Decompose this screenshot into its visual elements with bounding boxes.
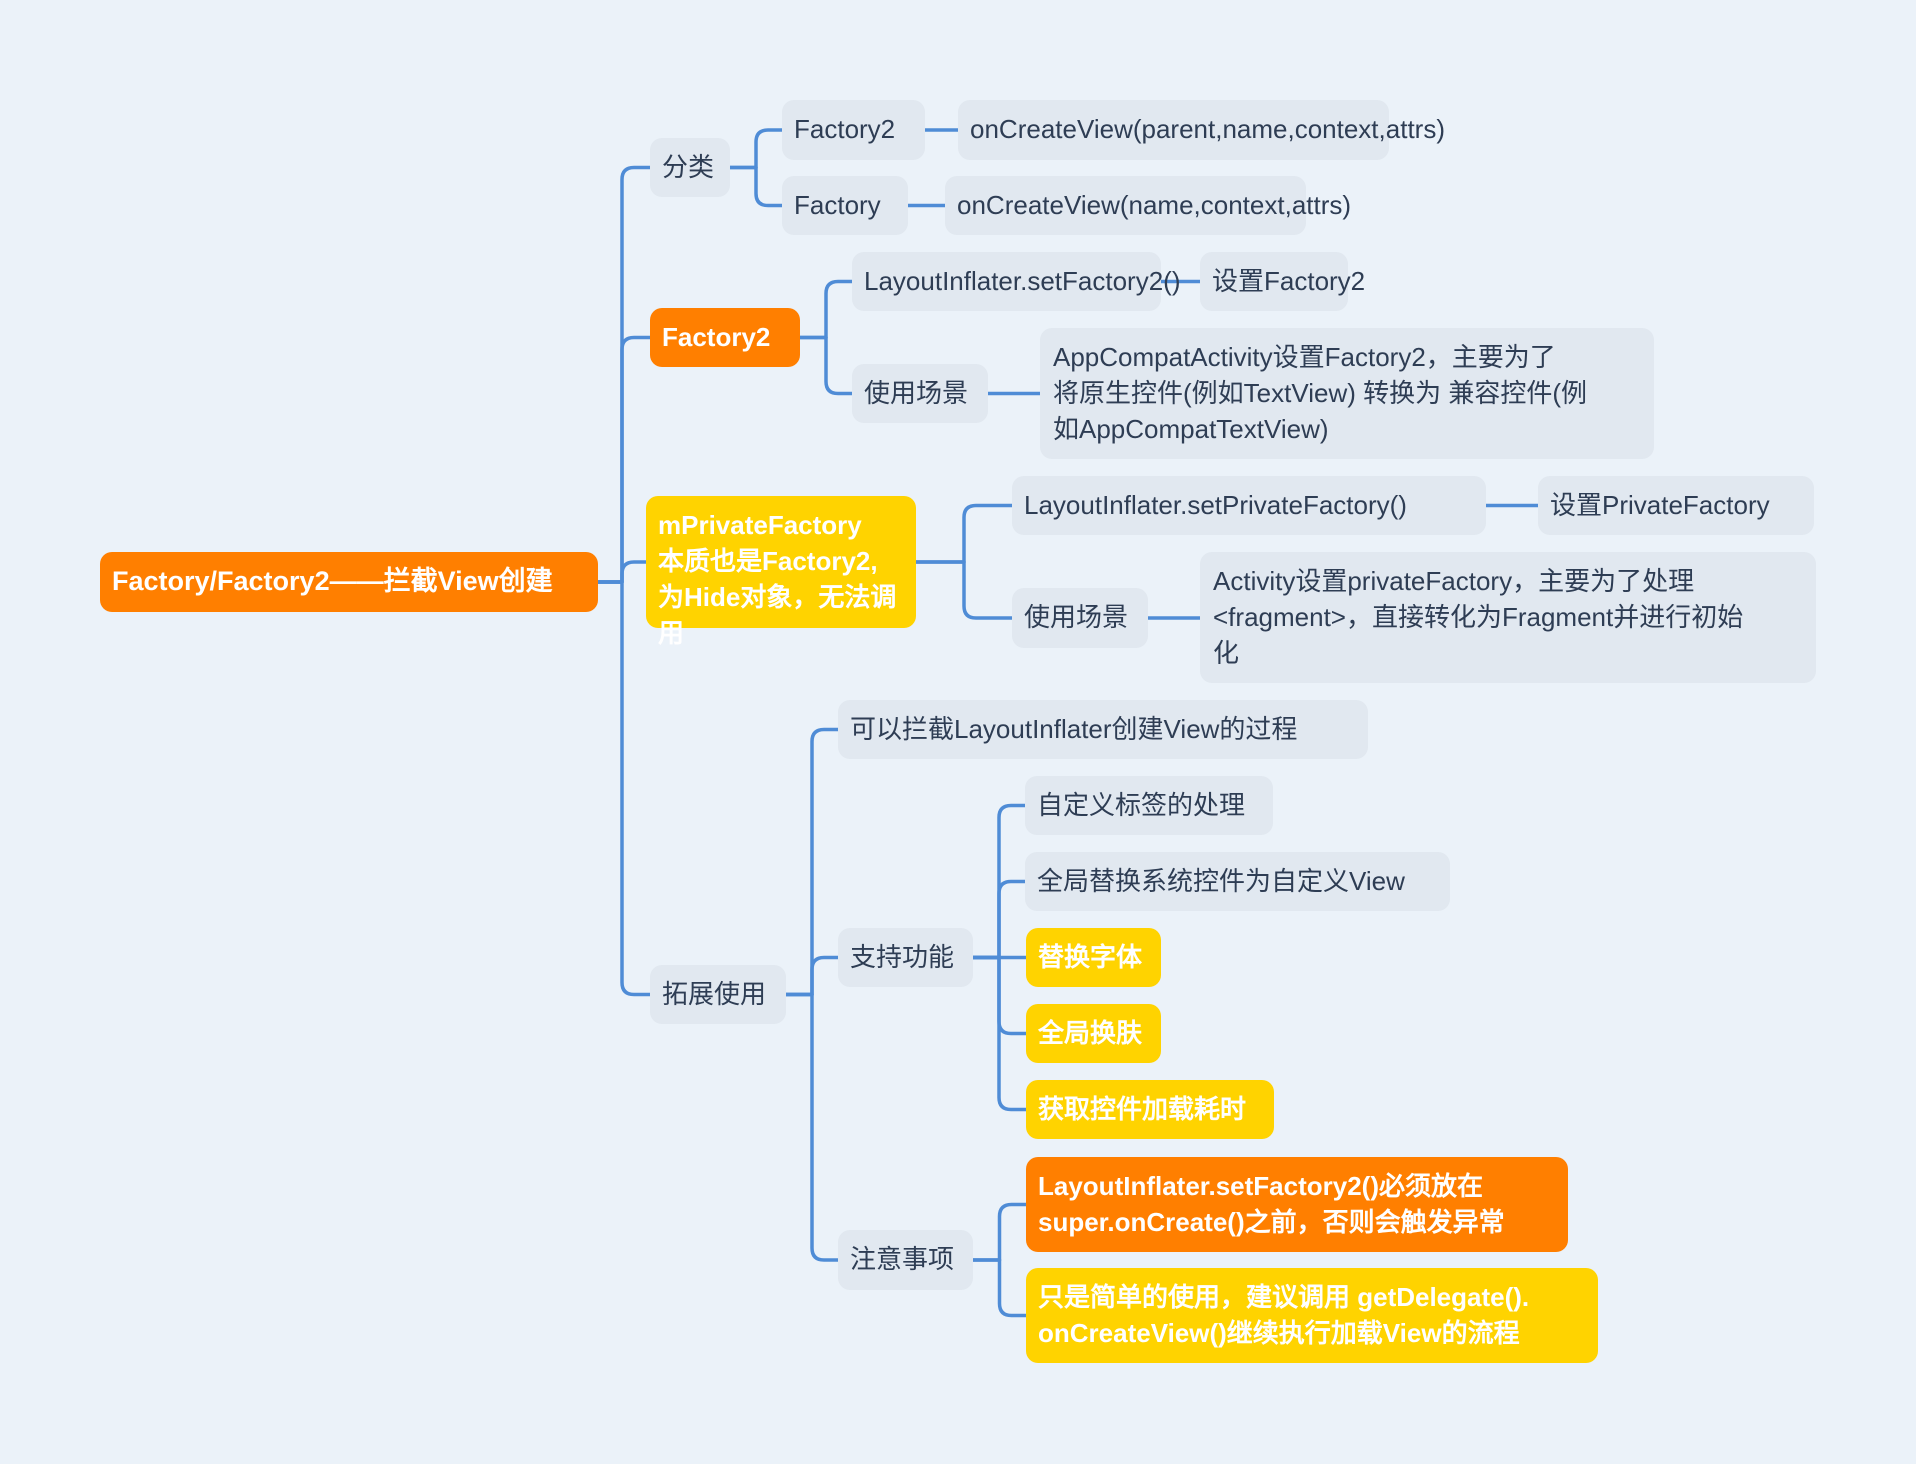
connector-n-note-n-n1	[971, 1202, 1028, 1262]
note-line: 只是简单的使用，建议调用 getDelegate().	[1038, 1282, 1530, 1312]
desc-line: 化	[1213, 638, 1240, 668]
label-line: mPrivateFactory	[658, 510, 862, 540]
topic-factory-interface[interactable]: Factory	[782, 176, 908, 235]
topic-factory2-interface[interactable]: Factory2	[782, 100, 925, 160]
desc-line: 将原生控件(例如TextView) 转换为 兼容控件(例	[1053, 378, 1587, 408]
connector-n-sup-n-s1	[971, 803, 1027, 960]
connector-n-root-n-ext	[596, 580, 652, 997]
connector-n-priv-n-use2	[914, 560, 1014, 620]
connector-n-priv-n-setp	[914, 503, 1014, 564]
topic-set-private-factory-desc[interactable]: 设置PrivateFactory	[1538, 476, 1814, 535]
note-item-warning[interactable]: LayoutInflater.setFactory2()必须放在 super.o…	[1026, 1157, 1568, 1252]
note-line: onCreateView()继续执行加载View的流程	[1038, 1318, 1520, 1348]
feature-item-highlight[interactable]: 替换字体	[1026, 928, 1161, 987]
feature-item-highlight[interactable]: 全局换肤	[1026, 1004, 1161, 1063]
desc-line: 如AppCompatTextView)	[1053, 414, 1329, 444]
feature-item-highlight[interactable]: 获取控件加载耗时	[1026, 1080, 1274, 1139]
connector-n-cat-n-f2g	[728, 128, 784, 170]
connector-n-root-n-cat	[596, 165, 652, 584]
connector-n-ext-n-sup	[784, 955, 840, 997]
note-line: super.onCreate()之前，否则会触发异常	[1038, 1207, 1505, 1237]
connector-n-sup-n-s4	[971, 955, 1028, 1036]
topic-factory2-usage[interactable]: 使用场景	[852, 364, 988, 423]
note-line: LayoutInflater.setFactory2()必须放在	[1038, 1171, 1483, 1201]
root-topic[interactable]: Factory/Factory2——拦截View创建	[100, 552, 598, 612]
label-line: 本质也是Factory2,	[658, 546, 878, 576]
topic-set-private-factory[interactable]: LayoutInflater.setPrivateFactory()	[1012, 476, 1486, 535]
connector-n-cat-n-fg	[728, 165, 784, 208]
topic-factory2-method[interactable]: onCreateView(parent,name,context,attrs)	[958, 100, 1445, 160]
feature-item[interactable]: 自定义标签的处理	[1025, 776, 1273, 835]
note-item-tip[interactable]: 只是简单的使用，建议调用 getDelegate(). onCreateView…	[1026, 1268, 1598, 1363]
topic-notes[interactable]: 注意事项	[838, 1230, 973, 1290]
desc-line: <fragment>，直接转化为Fragment并进行初始	[1213, 602, 1744, 632]
topic-intercept[interactable]: 可以拦截LayoutInflater创建View的过程	[838, 700, 1368, 759]
desc-line: Activity设置privateFactory，主要为了处理	[1213, 566, 1695, 596]
connector-n-root-n-f2o	[596, 335, 652, 584]
connector-n-f2o-n-use1	[798, 335, 854, 396]
connector-n-sup-n-s2	[971, 879, 1027, 960]
connector-n-sup-n-s5	[971, 955, 1028, 1112]
topic-private-factory-usage-desc[interactable]: Activity设置privateFactory，主要为了处理 <fragmen…	[1200, 552, 1816, 683]
connector-n-ext-n-can	[784, 727, 840, 997]
topic-private-factory[interactable]: mPrivateFactory 本质也是Factory2, 为Hide对象，无法…	[646, 496, 916, 648]
topic-factory-method[interactable]: onCreateView(name,context,attrs)	[945, 176, 1351, 235]
topic-factory2[interactable]: Factory2	[650, 308, 800, 367]
topic-private-factory-usage[interactable]: 使用场景	[1012, 588, 1148, 648]
topic-set-factory2[interactable]: LayoutInflater.setFactory2()	[852, 252, 1180, 311]
topic-extension[interactable]: 拓展使用	[650, 965, 786, 1024]
topic-factory2-usage-desc[interactable]: AppCompatActivity设置Factory2，主要为了 将原生控件(例…	[1040, 328, 1654, 459]
connector-n-root-n-priv	[596, 560, 648, 584]
feature-item[interactable]: 全局替换系统控件为自定义View	[1025, 852, 1450, 911]
topic-set-factory2-desc[interactable]: 设置Factory2	[1200, 252, 1365, 311]
connector-n-f2o-n-setf2	[798, 279, 854, 340]
label-line: 为Hide对象，无法调用	[658, 582, 897, 648]
topic-features[interactable]: 支持功能	[838, 928, 973, 987]
topic-category[interactable]: 分类	[650, 138, 730, 197]
connector-n-note-n-n2	[971, 1258, 1028, 1318]
desc-line: AppCompatActivity设置Factory2，主要为了	[1053, 342, 1556, 372]
connector-n-ext-n-note	[784, 992, 840, 1262]
